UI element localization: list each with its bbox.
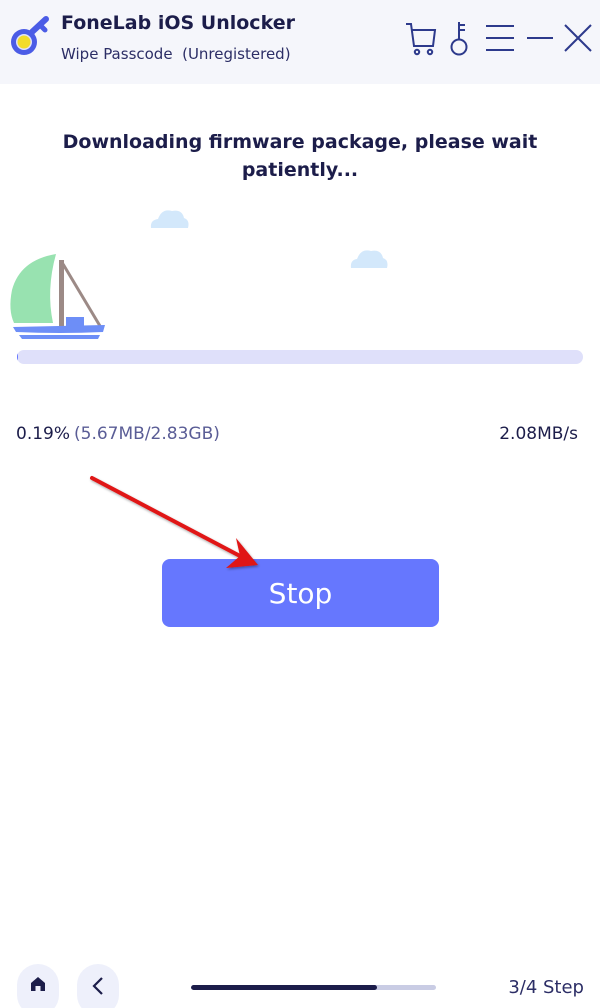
app-subtitle: Wipe Passcode (Unregistered) <box>61 45 291 63</box>
step-progress-fill <box>191 985 378 990</box>
progress-size: (5.67MB/2.83GB) <box>74 424 220 444</box>
sailboat-illustration <box>10 210 388 339</box>
cart-icon[interactable] <box>404 20 438 56</box>
progress-percent: 0.19% <box>16 424 71 444</box>
sailboat-icon <box>10 254 105 339</box>
minimize-icon[interactable] <box>524 20 558 56</box>
cloud-icon <box>150 210 189 228</box>
home-icon <box>31 977 45 991</box>
step-progress-bar <box>191 985 436 990</box>
menu-icon[interactable] <box>483 20 517 56</box>
download-speed: 2.08MB/s <box>499 424 578 444</box>
download-progress-fill <box>17 350 19 364</box>
app-window: FoneLab iOS Unlocker Wipe Passcode (Unre… <box>0 0 600 1008</box>
cloud-icon <box>350 250 388 268</box>
home-button[interactable] <box>17 964 59 1008</box>
progress-readout: 0.19% (5.67MB/2.83GB) <box>16 424 220 444</box>
stop-button[interactable]: Stop <box>162 559 439 627</box>
app-title: FoneLab iOS Unlocker <box>61 12 295 34</box>
status-headline: Downloading firmware package, please wai… <box>62 131 538 181</box>
download-progress-bar <box>17 350 583 364</box>
chevron-left-icon <box>92 977 103 995</box>
title-bar: FoneLab iOS Unlocker Wipe Passcode (Unre… <box>0 0 600 84</box>
back-button[interactable] <box>77 964 119 1008</box>
close-icon[interactable] <box>562 20 596 56</box>
step-label: 3/4 Step <box>508 977 584 998</box>
key-logo-icon <box>6 14 52 60</box>
key-icon[interactable] <box>444 20 478 56</box>
